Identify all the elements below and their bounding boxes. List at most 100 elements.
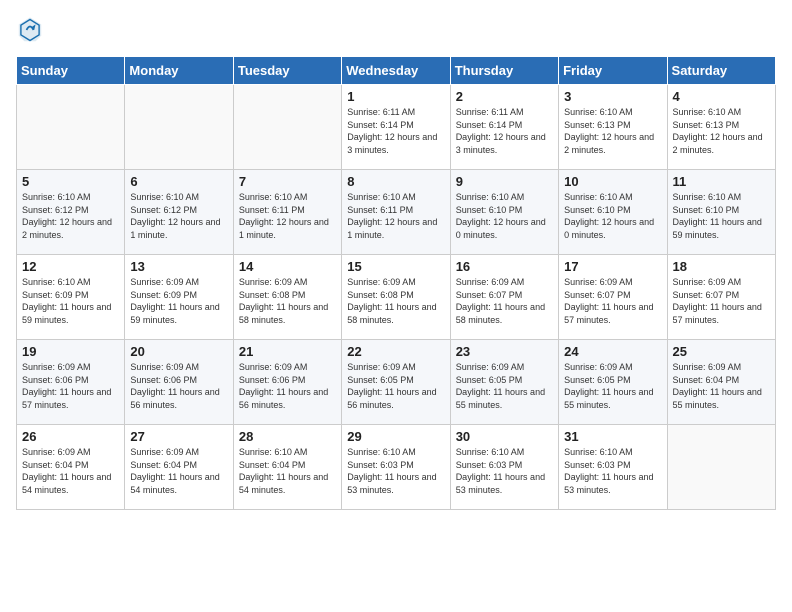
day-info: Sunrise: 6:10 AM Sunset: 6:09 PM Dayligh… (22, 276, 119, 326)
calendar-day-cell: 23 Sunrise: 6:09 AM Sunset: 6:05 PM Dayli… (450, 340, 558, 425)
day-info: Sunrise: 6:09 AM Sunset: 6:07 PM Dayligh… (673, 276, 770, 326)
day-info: Sunrise: 6:09 AM Sunset: 6:07 PM Dayligh… (564, 276, 661, 326)
day-number: 25 (673, 344, 770, 359)
day-info: Sunrise: 6:10 AM Sunset: 6:13 PM Dayligh… (673, 106, 770, 156)
day-info: Sunrise: 6:10 AM Sunset: 6:11 PM Dayligh… (239, 191, 336, 241)
day-number: 22 (347, 344, 444, 359)
day-info: Sunrise: 6:10 AM Sunset: 6:03 PM Dayligh… (347, 446, 444, 496)
weekday-header-cell: Friday (559, 57, 667, 85)
day-number: 3 (564, 89, 661, 104)
calendar-day-cell: 24 Sunrise: 6:09 AM Sunset: 6:05 PM Dayli… (559, 340, 667, 425)
day-number: 14 (239, 259, 336, 274)
day-number: 8 (347, 174, 444, 189)
day-number: 24 (564, 344, 661, 359)
day-number: 16 (456, 259, 553, 274)
calendar-day-cell: 5 Sunrise: 6:10 AM Sunset: 6:12 PM Daylig… (17, 170, 125, 255)
calendar-day-cell: 4 Sunrise: 6:10 AM Sunset: 6:13 PM Daylig… (667, 85, 775, 170)
day-number: 30 (456, 429, 553, 444)
calendar-day-cell: 25 Sunrise: 6:09 AM Sunset: 6:04 PM Dayli… (667, 340, 775, 425)
day-info: Sunrise: 6:09 AM Sunset: 6:06 PM Dayligh… (239, 361, 336, 411)
day-number: 28 (239, 429, 336, 444)
calendar-week-row: 1 Sunrise: 6:11 AM Sunset: 6:14 PM Daylig… (17, 85, 776, 170)
day-number: 27 (130, 429, 227, 444)
day-number: 4 (673, 89, 770, 104)
day-info: Sunrise: 6:09 AM Sunset: 6:08 PM Dayligh… (239, 276, 336, 326)
weekday-header-cell: Tuesday (233, 57, 341, 85)
day-number: 20 (130, 344, 227, 359)
calendar-day-cell: 28 Sunrise: 6:10 AM Sunset: 6:04 PM Dayli… (233, 425, 341, 510)
calendar-day-cell: 14 Sunrise: 6:09 AM Sunset: 6:08 PM Dayli… (233, 255, 341, 340)
day-info: Sunrise: 6:09 AM Sunset: 6:05 PM Dayligh… (456, 361, 553, 411)
calendar-day-cell (667, 425, 775, 510)
calendar-day-cell (125, 85, 233, 170)
day-info: Sunrise: 6:10 AM Sunset: 6:11 PM Dayligh… (347, 191, 444, 241)
calendar-day-cell: 1 Sunrise: 6:11 AM Sunset: 6:14 PM Daylig… (342, 85, 450, 170)
weekday-header-row: SundayMondayTuesdayWednesdayThursdayFrid… (17, 57, 776, 85)
calendar-day-cell (17, 85, 125, 170)
calendar-day-cell: 11Sunrise: 6:10 AM Sunset: 6:10 PM Dayli… (667, 170, 775, 255)
day-number: 2 (456, 89, 553, 104)
calendar-day-cell: 31 Sunrise: 6:10 AM Sunset: 6:03 PM Dayli… (559, 425, 667, 510)
calendar-day-cell: 20 Sunrise: 6:09 AM Sunset: 6:06 PM Dayli… (125, 340, 233, 425)
calendar-day-cell: 21 Sunrise: 6:09 AM Sunset: 6:06 PM Dayli… (233, 340, 341, 425)
weekday-header-cell: Monday (125, 57, 233, 85)
calendar-body: 1 Sunrise: 6:11 AM Sunset: 6:14 PM Daylig… (17, 85, 776, 510)
day-info: Sunrise: 6:09 AM Sunset: 6:06 PM Dayligh… (130, 361, 227, 411)
page-header (16, 16, 776, 44)
calendar-week-row: 12Sunrise: 6:10 AM Sunset: 6:09 PM Dayli… (17, 255, 776, 340)
day-info: Sunrise: 6:10 AM Sunset: 6:10 PM Dayligh… (564, 191, 661, 241)
day-info: Sunrise: 6:09 AM Sunset: 6:05 PM Dayligh… (564, 361, 661, 411)
day-number: 23 (456, 344, 553, 359)
day-info: Sunrise: 6:10 AM Sunset: 6:04 PM Dayligh… (239, 446, 336, 496)
day-info: Sunrise: 6:09 AM Sunset: 6:08 PM Dayligh… (347, 276, 444, 326)
day-number: 19 (22, 344, 119, 359)
day-info: Sunrise: 6:10 AM Sunset: 6:03 PM Dayligh… (564, 446, 661, 496)
day-info: Sunrise: 6:11 AM Sunset: 6:14 PM Dayligh… (347, 106, 444, 156)
calendar-day-cell (233, 85, 341, 170)
calendar-day-cell: 3 Sunrise: 6:10 AM Sunset: 6:13 PM Daylig… (559, 85, 667, 170)
calendar-day-cell: 15Sunrise: 6:09 AM Sunset: 6:08 PM Dayli… (342, 255, 450, 340)
day-info: Sunrise: 6:10 AM Sunset: 6:12 PM Dayligh… (22, 191, 119, 241)
calendar-week-row: 26Sunrise: 6:09 AM Sunset: 6:04 PM Dayli… (17, 425, 776, 510)
calendar-day-cell: 17Sunrise: 6:09 AM Sunset: 6:07 PM Dayli… (559, 255, 667, 340)
logo-icon (16, 16, 44, 44)
day-info: Sunrise: 6:09 AM Sunset: 6:06 PM Dayligh… (22, 361, 119, 411)
day-info: Sunrise: 6:10 AM Sunset: 6:12 PM Dayligh… (130, 191, 227, 241)
day-info: Sunrise: 6:10 AM Sunset: 6:13 PM Dayligh… (564, 106, 661, 156)
day-info: Sunrise: 6:09 AM Sunset: 6:09 PM Dayligh… (130, 276, 227, 326)
calendar-day-cell: 30Sunrise: 6:10 AM Sunset: 6:03 PM Dayli… (450, 425, 558, 510)
calendar-day-cell: 10 Sunrise: 6:10 AM Sunset: 6:10 PM Dayli… (559, 170, 667, 255)
calendar-day-cell: 6 Sunrise: 6:10 AM Sunset: 6:12 PM Daylig… (125, 170, 233, 255)
calendar-week-row: 19 Sunrise: 6:09 AM Sunset: 6:06 PM Dayli… (17, 340, 776, 425)
weekday-header-cell: Wednesday (342, 57, 450, 85)
calendar-day-cell: 18Sunrise: 6:09 AM Sunset: 6:07 PM Dayli… (667, 255, 775, 340)
calendar-day-cell: 8 Sunrise: 6:10 AM Sunset: 6:11 PM Daylig… (342, 170, 450, 255)
day-number: 6 (130, 174, 227, 189)
day-info: Sunrise: 6:09 AM Sunset: 6:04 PM Dayligh… (22, 446, 119, 496)
calendar-day-cell: 12Sunrise: 6:10 AM Sunset: 6:09 PM Dayli… (17, 255, 125, 340)
calendar-day-cell: 13 Sunrise: 6:09 AM Sunset: 6:09 PM Dayli… (125, 255, 233, 340)
calendar-day-cell: 7Sunrise: 6:10 AM Sunset: 6:11 PM Daylig… (233, 170, 341, 255)
calendar-day-cell: 29Sunrise: 6:10 AM Sunset: 6:03 PM Dayli… (342, 425, 450, 510)
day-number: 13 (130, 259, 227, 274)
day-info: Sunrise: 6:09 AM Sunset: 6:07 PM Dayligh… (456, 276, 553, 326)
day-number: 31 (564, 429, 661, 444)
day-info: Sunrise: 6:09 AM Sunset: 6:04 PM Dayligh… (673, 361, 770, 411)
weekday-header-cell: Saturday (667, 57, 775, 85)
day-info: Sunrise: 6:11 AM Sunset: 6:14 PM Dayligh… (456, 106, 553, 156)
calendar-day-cell: 16 Sunrise: 6:09 AM Sunset: 6:07 PM Dayli… (450, 255, 558, 340)
day-number: 1 (347, 89, 444, 104)
weekday-header-cell: Thursday (450, 57, 558, 85)
day-number: 11 (673, 174, 770, 189)
calendar-table: SundayMondayTuesdayWednesdayThursdayFrid… (16, 56, 776, 510)
calendar-week-row: 5 Sunrise: 6:10 AM Sunset: 6:12 PM Daylig… (17, 170, 776, 255)
day-info: Sunrise: 6:09 AM Sunset: 6:04 PM Dayligh… (130, 446, 227, 496)
calendar-day-cell: 22Sunrise: 6:09 AM Sunset: 6:05 PM Dayli… (342, 340, 450, 425)
calendar-day-cell: 27 Sunrise: 6:09 AM Sunset: 6:04 PM Dayli… (125, 425, 233, 510)
day-number: 21 (239, 344, 336, 359)
day-number: 5 (22, 174, 119, 189)
calendar-day-cell: 19 Sunrise: 6:09 AM Sunset: 6:06 PM Dayli… (17, 340, 125, 425)
day-number: 10 (564, 174, 661, 189)
calendar-day-cell: 9Sunrise: 6:10 AM Sunset: 6:10 PM Daylig… (450, 170, 558, 255)
logo (16, 16, 48, 44)
